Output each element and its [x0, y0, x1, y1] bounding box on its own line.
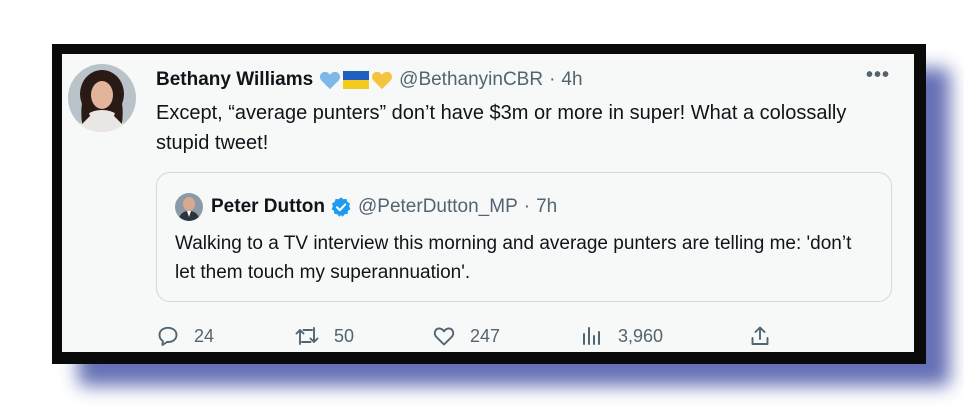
share-button[interactable] [748, 324, 772, 348]
author-name[interactable]: Bethany Williams [156, 69, 313, 91]
reply-count: 24 [194, 325, 215, 346]
tweet-header: Bethany Williams @BethanyinCBR · 4h [156, 68, 583, 92]
quoted-author-name[interactable]: Peter Dutton [211, 196, 325, 218]
tweet-time[interactable]: 4h [561, 69, 582, 91]
time-separator: · [549, 69, 556, 90]
ukraine-flag-icon [343, 71, 370, 89]
tweet-text: Except, “average punters” don’t have $3m… [156, 102, 847, 154]
quoted-header: Peter Dutton @PeterDutton_MP · 7h [211, 195, 557, 219]
more-options-icon[interactable]: ••• [866, 64, 890, 87]
quoted-avatar[interactable] [175, 193, 203, 221]
quoted-author-handle[interactable]: @PeterDutton_MP [358, 196, 518, 218]
reply-button[interactable]: 24 [156, 324, 214, 348]
quoted-text: Walking to a TV interview this morning a… [175, 233, 852, 283]
reply-icon [158, 326, 178, 346]
views-count: 3,960 [618, 325, 664, 346]
retweet-button[interactable]: 50 [294, 324, 354, 348]
name-emojis [319, 70, 393, 90]
retweet-icon [295, 327, 319, 345]
quoted-time[interactable]: 7h [536, 196, 557, 218]
quoted-time-separator: · [523, 196, 531, 217]
blue-heart-icon [320, 71, 341, 90]
action-bar: 24 50 247 3,960 [156, 324, 796, 350]
heart-icon [433, 327, 455, 346]
views-button[interactable]: 3,960 [580, 324, 663, 348]
author-handle[interactable]: @BethanyinCBR [399, 69, 543, 91]
yellow-heart-icon [372, 71, 393, 90]
quoted-tweet[interactable]: Peter Dutton @PeterDutton_MP · 7h Walkin… [156, 172, 892, 302]
share-icon [751, 326, 769, 345]
like-count: 247 [470, 325, 501, 346]
verified-badge-icon [330, 196, 352, 218]
like-button[interactable]: 247 [432, 324, 500, 348]
views-chart-icon [583, 327, 600, 345]
retweet-count: 50 [334, 325, 355, 346]
avatar[interactable] [68, 64, 136, 132]
tweet-card[interactable]: Bethany Williams @BethanyinCBR · 4h ••• … [62, 54, 914, 352]
